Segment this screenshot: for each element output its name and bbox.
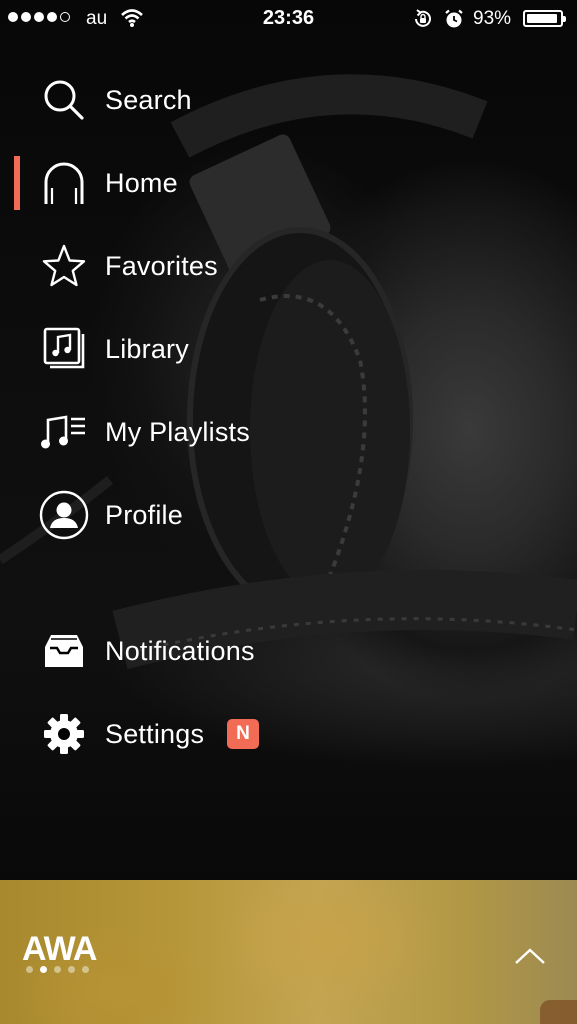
menu-item-settings[interactable]: Settings N bbox=[0, 704, 577, 764]
menu-item-profile[interactable]: Profile bbox=[0, 485, 577, 545]
menu-item-label: Favorites bbox=[105, 250, 218, 281]
page-dot bbox=[68, 966, 75, 973]
menu-item-label: Profile bbox=[105, 499, 183, 530]
user-icon bbox=[38, 489, 90, 541]
star-icon bbox=[38, 240, 90, 292]
page-indicator bbox=[26, 966, 89, 973]
inbox-icon bbox=[38, 625, 90, 677]
page-dot bbox=[40, 966, 47, 973]
playlist-icon bbox=[38, 406, 90, 458]
battery-icon bbox=[523, 10, 566, 27]
rotation-lock-icon bbox=[412, 8, 434, 36]
page-dot bbox=[82, 966, 89, 973]
menu-item-label: Library bbox=[105, 333, 189, 364]
search-icon bbox=[38, 74, 90, 126]
player-bar[interactable]: AWA bbox=[0, 880, 577, 1024]
new-badge: N bbox=[227, 719, 259, 749]
menu-item-label: Home bbox=[105, 167, 178, 198]
battery-level-fill bbox=[527, 14, 557, 23]
active-indicator bbox=[14, 156, 20, 210]
battery-percentage: 93% bbox=[473, 8, 512, 29]
menu-item-label: Search bbox=[105, 84, 192, 115]
page-dot bbox=[26, 966, 33, 973]
page-dot bbox=[54, 966, 61, 973]
menu-item-label: Notifications bbox=[105, 635, 255, 666]
menu-item-search[interactable]: Search bbox=[0, 70, 577, 130]
chevron-up-icon[interactable] bbox=[514, 946, 546, 971]
app-logo: AWA bbox=[22, 930, 97, 968]
music-library-icon bbox=[38, 323, 90, 375]
alarm-icon bbox=[443, 8, 465, 36]
menu-item-label: Settings bbox=[105, 718, 205, 749]
menu-item-notifications[interactable]: Notifications bbox=[0, 621, 577, 681]
headphones-icon bbox=[38, 157, 90, 209]
menu-item-label: My Playlists bbox=[105, 416, 250, 447]
status-bar: au 23:36 93% bbox=[0, 0, 577, 38]
menu-item-home[interactable]: Home bbox=[0, 153, 577, 213]
gear-icon bbox=[38, 708, 90, 760]
menu-item-my-playlists[interactable]: My Playlists bbox=[0, 402, 577, 462]
menu-item-library[interactable]: Library bbox=[0, 319, 577, 379]
menu-item-favorites[interactable]: Favorites bbox=[0, 236, 577, 296]
artwork-fragment bbox=[540, 1000, 577, 1024]
app-screen: au 23:36 93% Search Home Favorites Libra… bbox=[0, 0, 577, 1024]
